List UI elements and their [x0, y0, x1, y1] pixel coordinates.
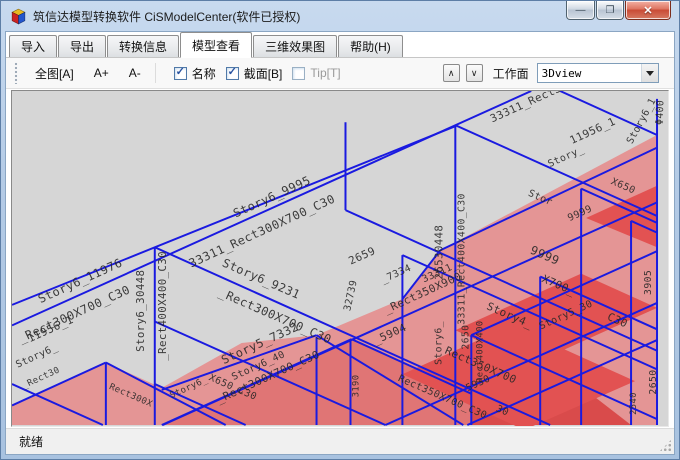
caption-buttons: — ❐ ✕ — [565, 1, 671, 20]
checkbox-name[interactable]: ✓ 名称 — [174, 65, 216, 82]
workplane-stepper: ∧ ∨ — [443, 64, 489, 82]
minimize-button[interactable]: — — [566, 1, 595, 20]
check-icon: ✓ — [228, 67, 237, 78]
toolbar-grip-handle[interactable] — [14, 62, 18, 84]
model-label: 2650 — [648, 370, 659, 395]
toolbar: 全图[A] A+ A- ✓ 名称 ✓ 截面[B] ✓ Tip[T] ∧ ∨ 工作… — [6, 58, 674, 89]
model-label: 33311_Rect400X400_C30 — [456, 193, 467, 324]
checkbox-label: 名称 — [192, 65, 216, 82]
model-label: 3905 — [643, 270, 654, 295]
model-label: 2659 — [346, 244, 377, 267]
resize-grip[interactable] — [659, 439, 672, 452]
model-label: 2650 — [460, 325, 471, 350]
model-label: 33311_Rect3 — [488, 91, 563, 125]
title-bar[interactable]: 筑信达模型转换软件 CiSModelCenter(软件已授权) — ❐ ✕ — [1, 1, 679, 31]
workplane-up-button[interactable]: ∧ — [443, 64, 460, 82]
tab-export[interactable]: 导出 — [58, 35, 106, 57]
checkbox-label: 截面[B] — [244, 65, 283, 82]
model-label: 2540 — [629, 392, 639, 415]
maximize-button[interactable]: ❐ — [596, 1, 624, 20]
tab-strip: 导入 导出 转换信息 模型查看 三维效果图 帮助(H) — [6, 32, 674, 58]
checkbox-label: Tip[T] — [310, 66, 340, 80]
checkbox-tip[interactable]: ✓ Tip[T] — [292, 66, 340, 80]
model-label: 32739 — [342, 279, 360, 312]
status-text: 就绪 — [19, 433, 43, 450]
model-wireframe-canvas[interactable]: Story6_999533311_Rect300X700_C3033311_Re… — [12, 91, 668, 426]
toolbar-separator — [155, 63, 156, 83]
model-label: _7334 — [379, 263, 413, 286]
tab-conversion-info[interactable]: 转换信息 — [107, 35, 179, 57]
full-view-button[interactable]: 全图[A] — [25, 60, 84, 87]
zoom-out-button[interactable]: A- — [119, 61, 151, 85]
model-label: Φ400 — [654, 100, 666, 125]
client-area: 导入 导出 转换信息 模型查看 三维效果图 帮助(H) 全图[A] A+ A- … — [5, 31, 675, 455]
checkbox-section[interactable]: ✓ 截面[B] — [226, 65, 283, 82]
model-label: 11956_1 — [568, 115, 618, 147]
app-window: 筑信达模型转换软件 CiSModelCenter(软件已授权) — ❐ ✕ 导入… — [0, 0, 680, 460]
model-viewport[interactable]: Story6_999533311_Rect300X700_C3033311_Re… — [11, 90, 669, 427]
chevron-down-icon — [646, 71, 654, 76]
model-label: Story_ — [546, 144, 586, 170]
checkbox-box: ✓ — [174, 67, 187, 80]
close-button[interactable]: ✕ — [625, 1, 671, 20]
checkbox-box: ✓ — [292, 67, 305, 80]
model-label: Story6_ — [14, 342, 59, 370]
checkbox-box: ✓ — [226, 67, 239, 80]
app-icon — [10, 8, 27, 25]
tab-help[interactable]: 帮助(H) — [338, 35, 403, 57]
model-label: _Rect400X400_C30 — [156, 251, 169, 361]
model-label: 3190 — [351, 375, 361, 398]
status-bar: 就绪 — [6, 428, 674, 454]
tab-import[interactable]: 导入 — [9, 35, 57, 57]
model-label: Rect400X400 — [475, 321, 485, 383]
dropdown-arrow-zone[interactable] — [641, 64, 658, 82]
check-icon: ✓ — [176, 67, 185, 78]
tab-model-view[interactable]: 模型查看 — [180, 32, 252, 58]
model-label: Story6_ — [433, 321, 444, 365]
workplane-dropdown[interactable]: 3Dview — [537, 63, 659, 83]
tab-3d-render[interactable]: 三维效果图 — [253, 35, 337, 57]
workplane-value: 3Dview — [542, 67, 582, 80]
window-title: 筑信达模型转换软件 CiSModelCenter(软件已授权) — [33, 7, 300, 25]
workplane-label: 工作面 — [493, 65, 529, 82]
model-label: Story6_30448 — [134, 270, 147, 352]
zoom-in-button[interactable]: A+ — [84, 61, 119, 85]
workplane-down-button[interactable]: ∨ — [466, 64, 483, 82]
